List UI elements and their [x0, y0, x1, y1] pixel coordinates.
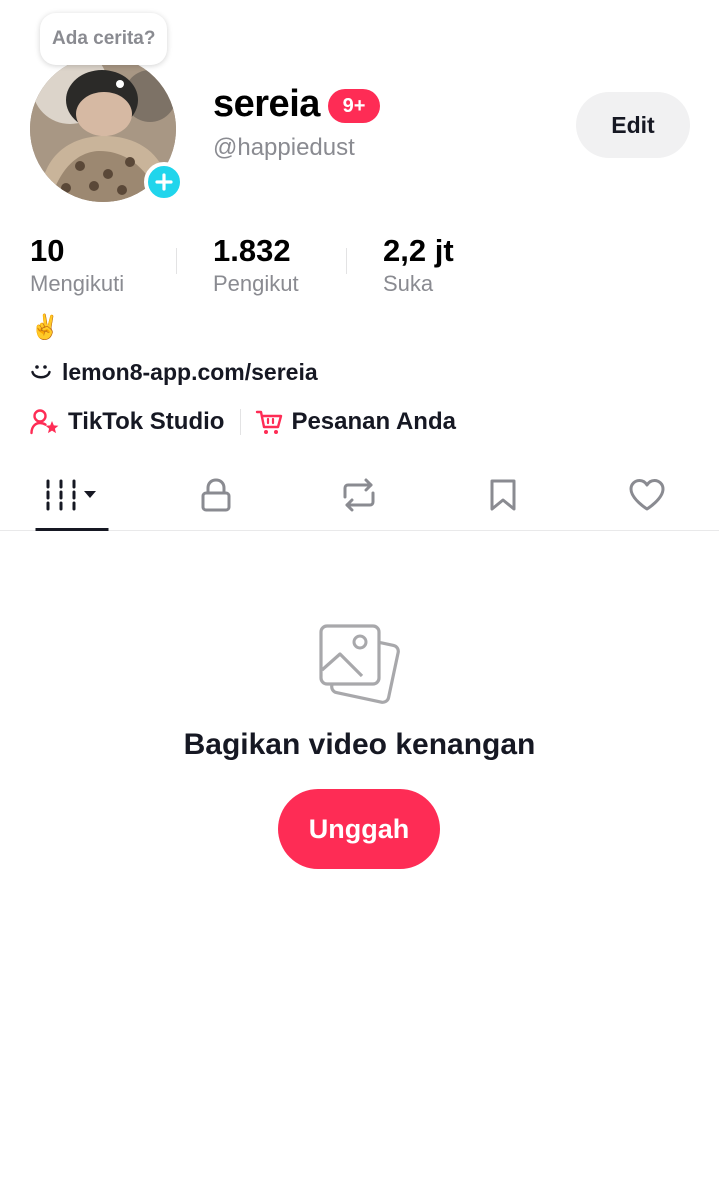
stat-followers[interactable]: 1.832 Pengikut — [213, 232, 299, 298]
quick-link-divider — [240, 409, 242, 435]
username: sereia — [213, 83, 320, 125]
tab-videos[interactable] — [0, 460, 144, 530]
stat-label: Mengikuti — [30, 271, 125, 296]
empty-state-title: Bagikan video kenangan — [183, 728, 536, 761]
heart-icon — [629, 479, 665, 511]
profile-tabs — [0, 460, 719, 531]
stat-value: 1.832 — [213, 233, 291, 268]
tab-favorites[interactable] — [431, 460, 575, 530]
stat-value: 2,2 jt — [383, 233, 454, 268]
stat-likes[interactable]: 2,2 jt Suka — [383, 232, 454, 298]
quick-links: TikTok Studio Pesanan Anda — [30, 404, 456, 440]
stat-label: Pengikut — [213, 271, 299, 296]
tab-liked[interactable] — [575, 460, 719, 530]
person-star-icon — [30, 409, 59, 435]
link-smile-icon — [31, 365, 51, 379]
stat-divider — [346, 248, 347, 274]
lock-icon — [201, 478, 231, 512]
grid-sort-icon — [46, 479, 96, 511]
cart-icon — [256, 410, 283, 434]
quick-link-label: Pesanan Anda — [291, 408, 456, 435]
notification-badge[interactable]: 9+ — [328, 89, 380, 123]
profile-page: Ada cerita? sereia 9+ @happiedust Edit 1… — [0, 0, 719, 1200]
tiktok-studio-link[interactable]: TikTok Studio — [30, 408, 224, 436]
stat-value: 10 — [30, 233, 65, 268]
bookmark-icon — [490, 479, 516, 511]
tab-private[interactable] — [144, 460, 288, 530]
bio-text: ✌️ — [30, 314, 60, 341]
user-handle: @happiedust — [213, 134, 355, 161]
bubble-tail-dot — [116, 80, 124, 88]
upload-button[interactable]: Unggah — [278, 789, 440, 869]
repost-icon — [343, 478, 375, 512]
avatar-container[interactable] — [30, 56, 184, 202]
photos-icon — [319, 624, 400, 704]
stat-divider — [176, 248, 177, 274]
quick-link-label: TikTok Studio — [68, 408, 225, 435]
bio-link-text: lemon8-app.com/sereia — [62, 358, 318, 385]
orders-link[interactable]: Pesanan Anda — [255, 408, 456, 436]
plus-icon — [155, 173, 173, 191]
stat-label: Suka — [383, 271, 434, 296]
edit-profile-button[interactable]: Edit — [576, 92, 690, 158]
story-prompt-text: Ada cerita? — [52, 28, 156, 49]
tab-reposts[interactable] — [288, 460, 432, 530]
story-prompt-bubble[interactable]: Ada cerita? — [40, 13, 168, 65]
bio-link[interactable]: lemon8-app.com/sereia — [30, 357, 318, 387]
stat-following[interactable]: 10 Mengikuti — [30, 232, 124, 298]
add-story-button[interactable] — [144, 162, 184, 202]
